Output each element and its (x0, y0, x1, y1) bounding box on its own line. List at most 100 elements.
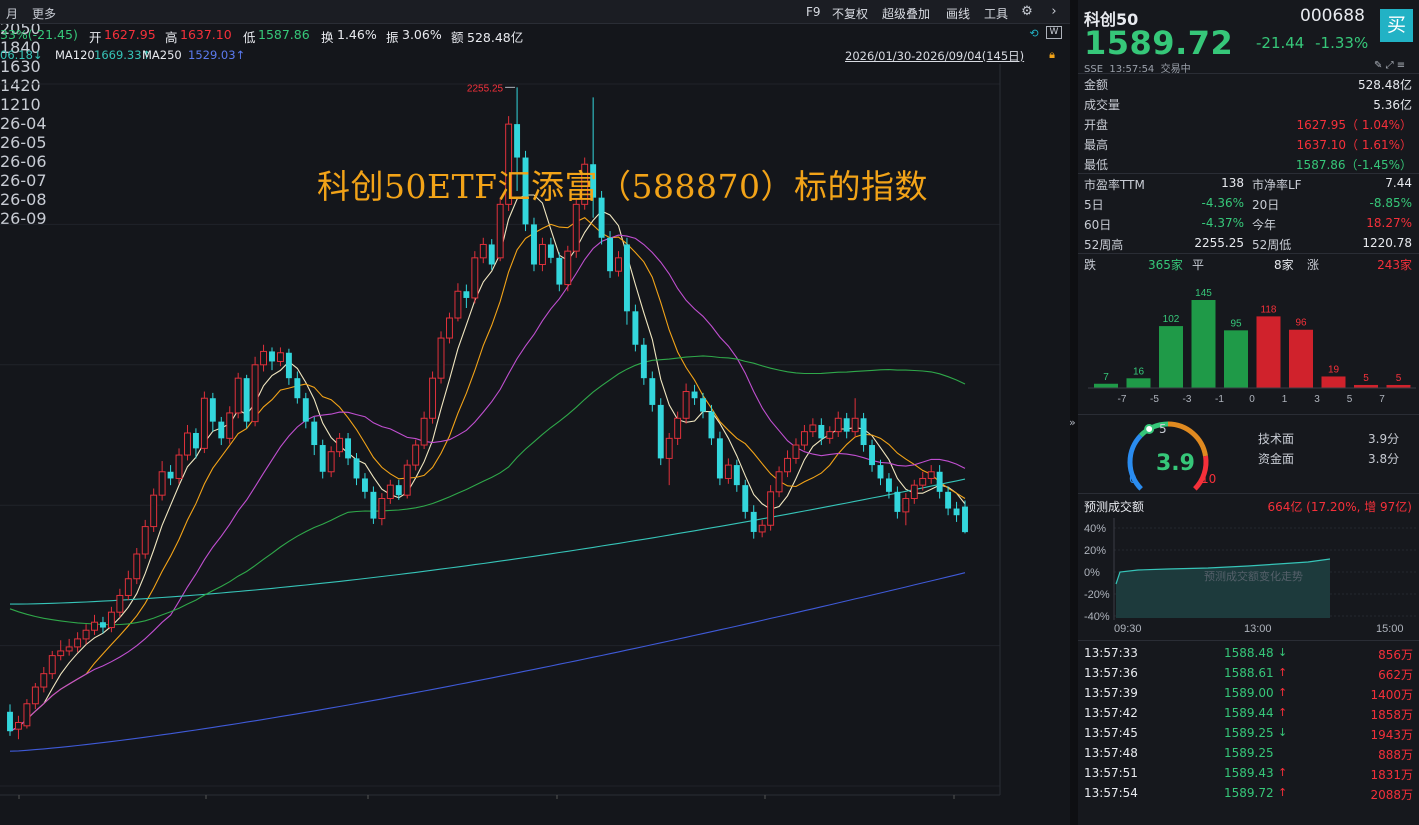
candle-body (420, 417, 428, 446)
up-label: 涨 (1307, 258, 1320, 272)
metric-label: 20日 (1252, 198, 1280, 212)
candle-body (479, 243, 487, 259)
score-mid: 5 (1159, 422, 1167, 436)
candle-body (885, 478, 892, 492)
ma10-line (9, 217, 966, 732)
forecast-label: 预测成交额 (1084, 500, 1145, 514)
panel-divider[interactable] (1070, 0, 1078, 825)
metric-label: 52周高 (1084, 238, 1124, 252)
stat-row: 成交量 5.36亿 (1084, 94, 1412, 114)
candle-body (691, 391, 698, 399)
candle-body (657, 404, 664, 459)
tick-row: 13:57:54 1589.72 ↑ 2088万 (1078, 784, 1419, 804)
distribution-bar (1321, 376, 1346, 388)
score-max: 10 (1201, 472, 1217, 486)
tick-time: 13:57:54 (1084, 786, 1138, 800)
candle-body (708, 411, 715, 439)
candle-body (945, 491, 952, 509)
candle-body (311, 421, 318, 446)
tick-volume: 888万 (1378, 748, 1413, 762)
candle-body (800, 431, 808, 446)
candle-body (894, 491, 901, 512)
candle-body (100, 622, 106, 628)
candle-body (531, 224, 537, 265)
collapse-panel-icon[interactable]: » (1069, 416, 1076, 429)
candle-body (57, 650, 65, 657)
arrow-up-icon: ↑ (1278, 686, 1288, 699)
candle-body (319, 445, 326, 472)
tick-price: 1589.25 (1224, 726, 1274, 740)
candle-body (547, 244, 554, 258)
score-min: 0 (1129, 472, 1137, 486)
candlestick-chart[interactable]: 2255.25 (0, 0, 1070, 825)
candle-body (962, 506, 968, 533)
candle-body (496, 203, 504, 259)
metric-cell: 今年 18.27% (1252, 214, 1412, 234)
tick-volume: 1400万 (1370, 688, 1413, 702)
tick-time: 13:57:45 (1084, 726, 1138, 740)
distribution-x-label: -5 (1150, 394, 1159, 405)
price-change: -21.44 -1.33% (1256, 34, 1368, 52)
candle-body (234, 377, 242, 414)
buy-button[interactable]: 买 (1380, 9, 1413, 42)
candle-body (378, 498, 386, 520)
candle-body (353, 458, 360, 479)
candle-body (640, 344, 647, 379)
candle-body (607, 237, 614, 272)
metric-cell: 20日 -8.85% (1252, 194, 1412, 214)
tick-volume: 1943万 (1370, 728, 1413, 742)
candle-body (724, 464, 732, 479)
menu-icon[interactable]: ≡ (1397, 60, 1405, 71)
candle-body (818, 424, 825, 439)
forecast-volume-chart: 40% 20% 0% -20% -40% 预测成交额变化走势 09:30 13:00 15:00 (1084, 518, 1416, 635)
metric-value: 1220.78 (1362, 236, 1412, 250)
distribution-count-label: 96 (1295, 318, 1307, 329)
tick-row: 13:57:45 1589.25 ↓ 1943万 (1078, 724, 1419, 744)
tick-row: 13:57:39 1589.00 ↑ 1400万 (1078, 684, 1419, 704)
market-breadth: 跌 365家 平 8家 涨 243家 (1084, 254, 1412, 274)
distribution-x-label: 7 (1379, 394, 1385, 405)
candle-body (826, 431, 834, 439)
metric-value: 7.44 (1385, 176, 1412, 190)
candle-body (91, 621, 98, 631)
candle-body (209, 398, 216, 422)
arrow-up-icon: ↑ (1278, 706, 1288, 719)
candle-body (150, 494, 158, 528)
candle-body (446, 317, 453, 339)
rise-fall-distribution-chart: 7 161021459511896195 5-7 -5 -3 -1 0 1 3 5 7 (1088, 288, 1416, 405)
distribution-x-label: 3 (1314, 394, 1320, 405)
distribution-count-label: 5 (1363, 373, 1369, 384)
fund-label: 资金面 (1258, 452, 1295, 466)
distribution-count-label: 145 (1195, 288, 1212, 299)
candle-body (23, 703, 31, 727)
ma250-line (9, 572, 966, 752)
candle-body (471, 257, 479, 299)
expand-icon[interactable]: ⤢ (1386, 60, 1394, 71)
metric-label: 5日 (1084, 198, 1104, 212)
candle-body (767, 491, 775, 526)
candle-body (649, 378, 656, 405)
distribution-bar (1126, 378, 1151, 388)
candle-body (403, 464, 411, 496)
ma5-line (9, 194, 966, 732)
metric-cell: 市盈率TTM 138 (1084, 174, 1244, 194)
candle-body (877, 465, 884, 479)
candle-body (65, 646, 73, 652)
forecast-header: 预测成交额 664亿 (17.20%, 增 97亿) (1084, 496, 1412, 516)
tick-row: 13:57:36 1588.61 ↑ 662万 (1078, 664, 1419, 684)
candle-body (243, 378, 250, 422)
metric-label: 52周低 (1252, 238, 1292, 252)
candle-body (775, 471, 783, 493)
down-count: 365家 (1148, 258, 1183, 272)
tick-time: 13:57:39 (1084, 686, 1138, 700)
tick-price: 1588.48 (1224, 646, 1274, 660)
stat-value: 1587.86（-1.45%） (1295, 158, 1412, 172)
candle-body (538, 243, 546, 266)
candle-body (665, 437, 673, 459)
candle-body (682, 391, 690, 419)
tick-time: 13:57:48 (1084, 746, 1138, 760)
candle-body (192, 432, 199, 449)
metric-label: 市盈率TTM (1084, 178, 1145, 192)
edit-icon[interactable]: ✎ (1374, 60, 1382, 71)
distribution-x-label: -7 (1118, 394, 1127, 405)
